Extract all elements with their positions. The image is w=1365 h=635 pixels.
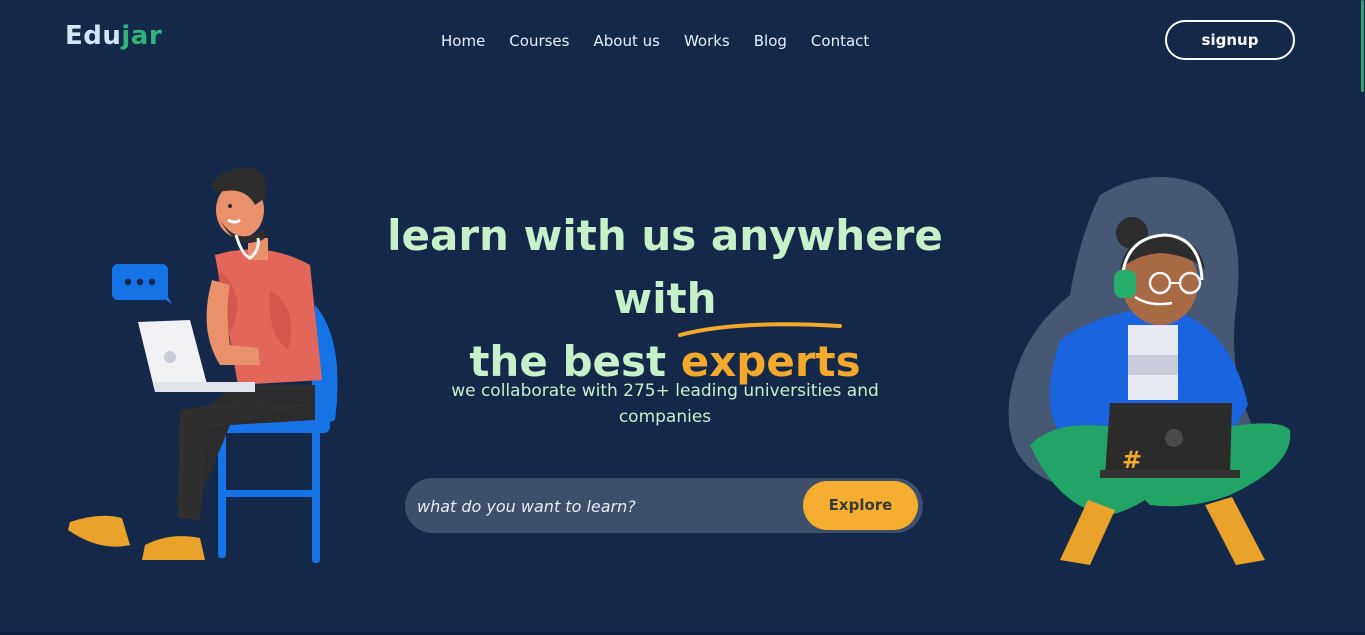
hero-headline-line1: learn with us anywhere with	[387, 211, 943, 323]
illustration-man-with-laptop	[68, 167, 338, 563]
chat-dots-icon	[112, 264, 172, 304]
hero-headline: learn with us anywhere with the best exp…	[330, 204, 1000, 393]
signup-button[interactable]: signup	[1165, 20, 1295, 60]
hashtag-icon: #	[1122, 446, 1142, 474]
search-input[interactable]	[415, 478, 799, 535]
search-bar: Explore	[405, 478, 923, 535]
scrollbar-thumb[interactable]	[1361, 0, 1364, 92]
logo[interactable]: Edujar	[65, 20, 162, 52]
hero-subtitle: we collaborate with 275+ leading univers…	[451, 381, 879, 427]
nav-blog[interactable]: Blog	[754, 30, 787, 52]
illustration-woman-with-headset: #	[1008, 177, 1291, 565]
explore-button[interactable]: Explore	[803, 481, 918, 530]
logo-text-edu: Edu	[65, 21, 122, 51]
nav-courses[interactable]: Courses	[509, 30, 569, 52]
main-nav: Home Courses About us Works Blog Contact	[441, 30, 869, 52]
logo-text-jar: jar	[121, 21, 163, 51]
nav-about-us[interactable]: About us	[593, 30, 659, 52]
nav-works[interactable]: Works	[684, 30, 730, 52]
landing-page: Edujar Home Courses About us Works Blog …	[0, 0, 1365, 635]
nav-home[interactable]: Home	[441, 30, 485, 52]
accent-underline	[678, 322, 842, 337]
nav-contact[interactable]: Contact	[811, 30, 869, 52]
